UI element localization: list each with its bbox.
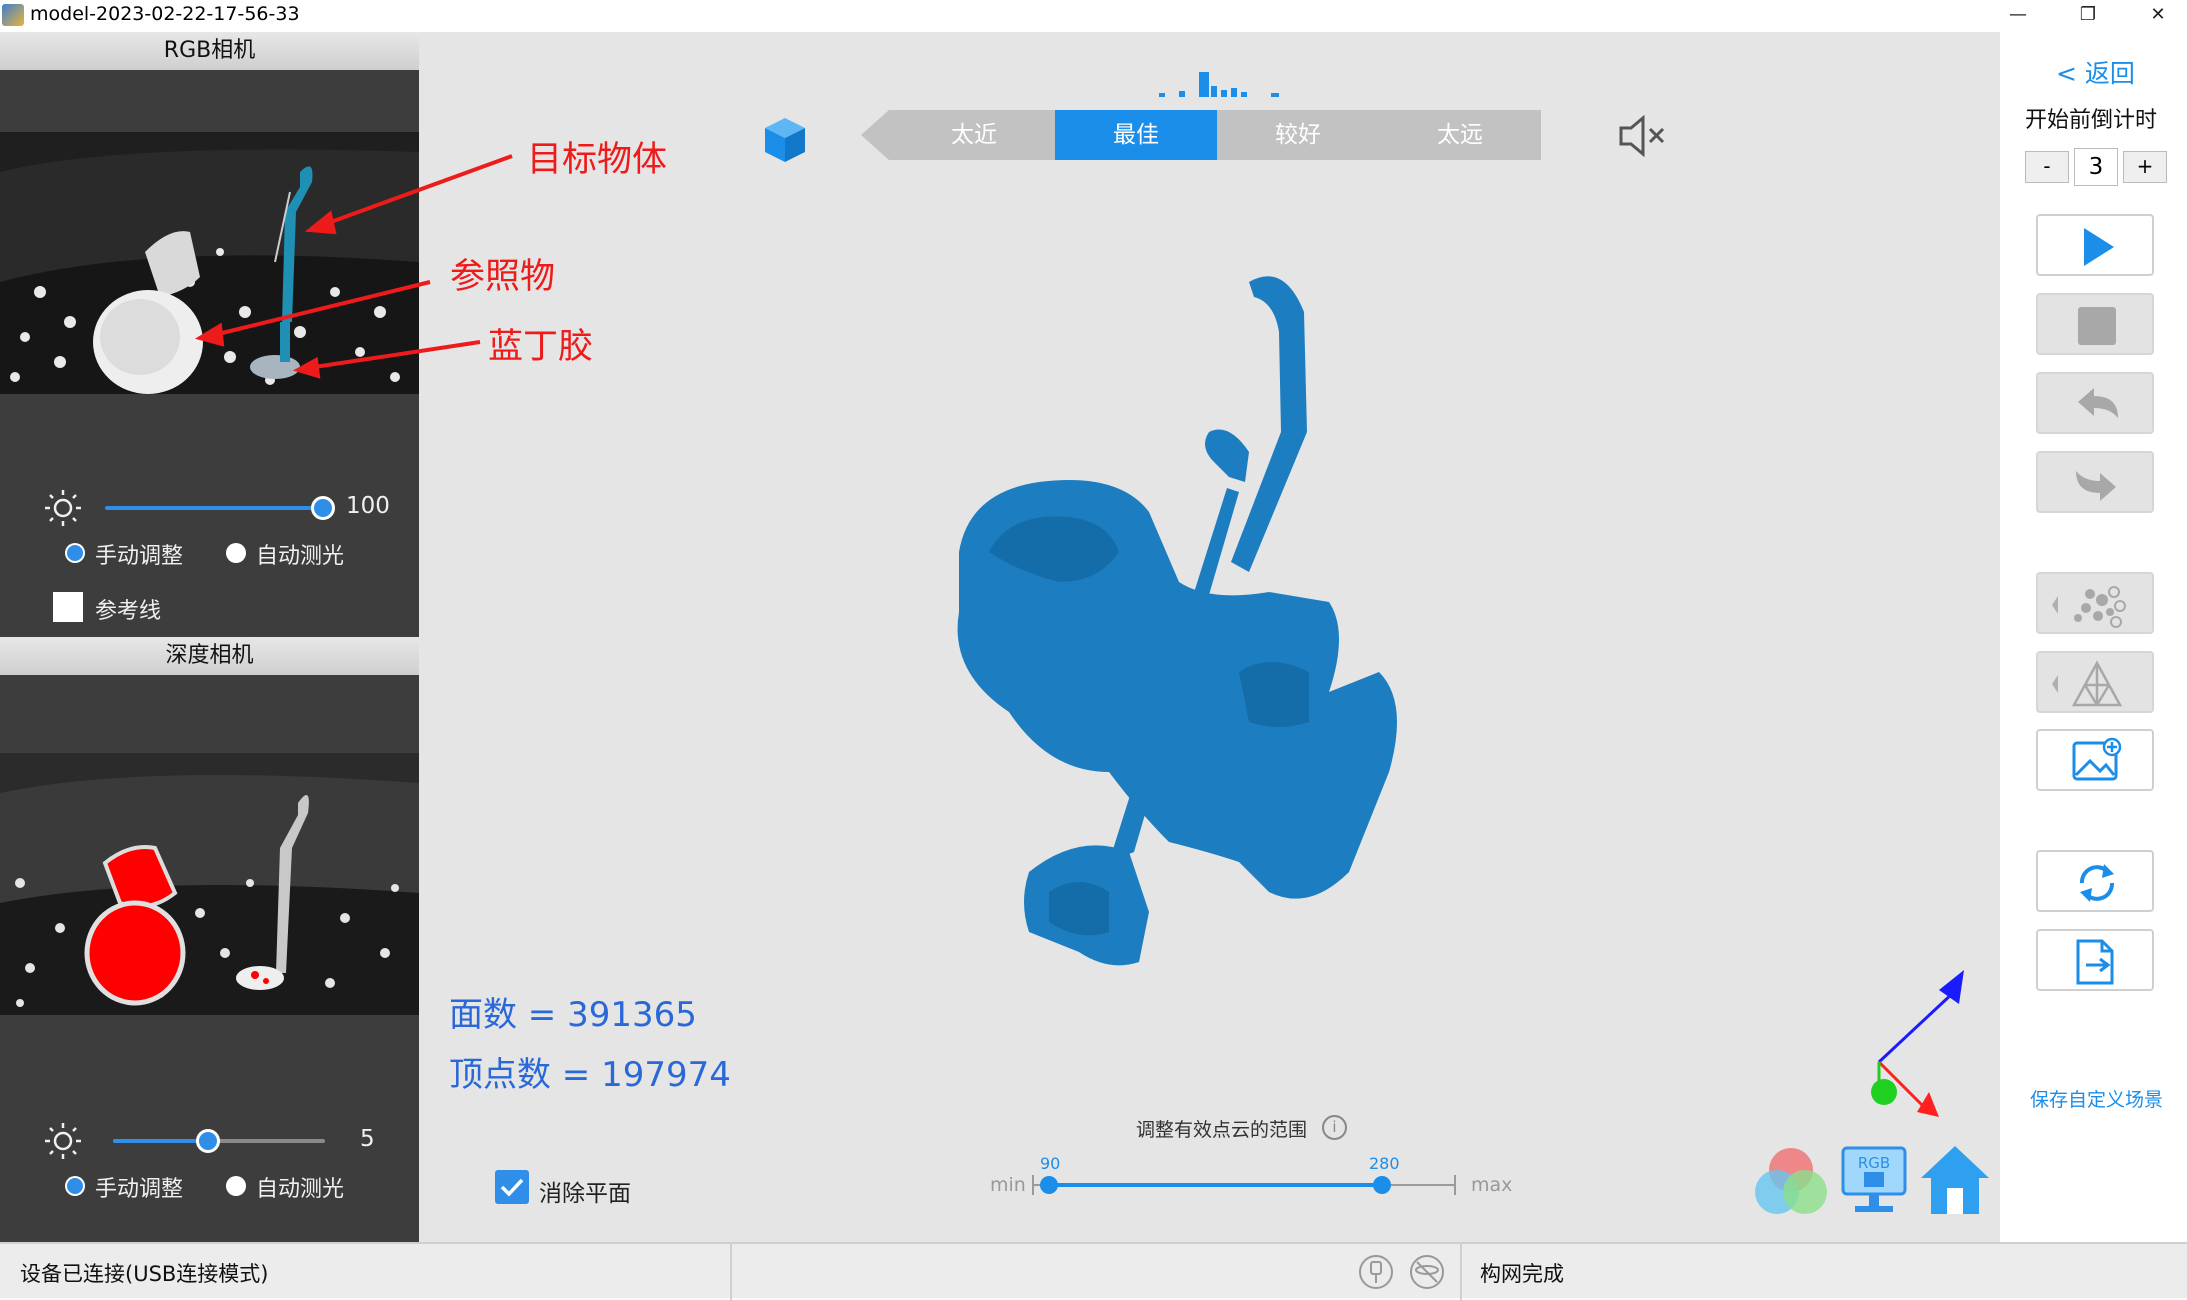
export-icon: [2076, 939, 2114, 985]
range-track-end: [1454, 1175, 1456, 1195]
axis-gizmo: [1871, 970, 1964, 1117]
save-scene-link[interactable]: 保存自定义场景: [2030, 1085, 2163, 1112]
annotation-reference: 参照物: [450, 257, 556, 297]
play-icon: [2084, 228, 2114, 266]
countdown-minus-button[interactable]: -: [2025, 151, 2069, 183]
range-fill: [1049, 1183, 1382, 1187]
depth-auto-label: 自动测光: [256, 1177, 345, 1202]
redo-button[interactable]: [2036, 451, 2154, 513]
svg-text:RGB: RGB: [1858, 1154, 1890, 1172]
countdown-plus-button[interactable]: +: [2123, 151, 2167, 183]
mute-icon[interactable]: [1617, 114, 1669, 158]
view-cube-icon[interactable]: [761, 116, 809, 164]
range-max-label: max: [1471, 1174, 1513, 1196]
depth-brightness-value: 5: [360, 1126, 375, 1152]
back-link[interactable]: < 返回: [2056, 54, 2135, 90]
rgb-manual-label: 手动调整: [95, 544, 184, 569]
range-high-thumb[interactable]: [1373, 1176, 1391, 1194]
distance-too-close: 太近: [893, 110, 1055, 160]
point-cloud-icon: [2052, 586, 2126, 628]
countdown-input[interactable]: 3: [2074, 148, 2118, 186]
annotation-blu-tack: 蓝丁胶: [488, 327, 594, 367]
range-min-label: min: [990, 1174, 1026, 1196]
rgb-brightness-track[interactable]: [105, 506, 323, 510]
checkmark-icon: [500, 1178, 524, 1197]
turntable-icon: [1410, 1255, 1444, 1289]
brightness-icon: [45, 1123, 81, 1159]
distance-good: 较好: [1217, 110, 1379, 160]
range-high-value: 280: [1369, 1154, 1400, 1173]
color-mode-icon[interactable]: [1752, 1142, 1830, 1220]
refresh-icon: [2080, 864, 2114, 902]
annotation-target-object: 目标物体: [527, 140, 668, 180]
stop-scan-button[interactable]: [2036, 293, 2154, 355]
refresh-button[interactable]: [2036, 850, 2154, 912]
depth-manual-radio[interactable]: [65, 1176, 85, 1196]
scanned-model[interactable]: [909, 252, 1529, 972]
tool-panel: < 返回 开始前倒计时 - 3 + 保存自定义场景: [2000, 32, 2187, 1242]
remove-plane-label: 消除平面: [539, 1181, 631, 1207]
depth-manual-label: 手动调整: [95, 1177, 184, 1202]
rgb-lock-icon[interactable]: RGB: [1839, 1142, 1909, 1218]
rgb-brightness-thumb[interactable]: [311, 496, 335, 520]
connection-status: 设备已连接(USB连接模式): [20, 1262, 269, 1286]
rgb-auto-radio[interactable]: [226, 543, 246, 563]
brightness-icon: [45, 490, 81, 526]
undo-button[interactable]: [2036, 372, 2154, 434]
stop-icon: [2078, 307, 2116, 345]
point-cloud-range-label: 调整有效点云的范围: [1136, 1119, 1308, 1141]
range-track-start: [1032, 1175, 1034, 1195]
status-bar: 设备已连接(USB连接模式) 构网完成: [0, 1242, 2187, 1300]
restore-button[interactable]: ❐: [2058, 0, 2118, 32]
home-icon[interactable]: [1919, 1142, 1991, 1218]
point-cloud-button[interactable]: [2036, 572, 2154, 634]
depth-camera-preview: [0, 753, 419, 1015]
export-button[interactable]: [2036, 929, 2154, 991]
status-divider: [1460, 1244, 1462, 1300]
mesh-status: 构网完成: [1480, 1262, 1564, 1286]
depth-auto-radio[interactable]: [226, 1176, 246, 1196]
info-icon[interactable]: i: [1322, 1115, 1347, 1140]
range-low-thumb[interactable]: [1040, 1176, 1058, 1194]
depth-histogram: [1159, 72, 1279, 97]
depth-camera-header: 深度相机: [0, 637, 419, 675]
close-button[interactable]: ✕: [2128, 0, 2187, 32]
mesh-icon: [2052, 660, 2123, 707]
remove-plane-checkbox[interactable]: [495, 1170, 529, 1204]
annotation-arrows: [194, 154, 513, 379]
rgb-brightness-row: 100: [0, 483, 419, 533]
vertex-count: 顶点数 = 197974: [449, 1055, 731, 1095]
start-scan-button[interactable]: [2036, 214, 2154, 276]
status-divider: [730, 1244, 732, 1300]
countdown-label: 开始前倒计时: [2025, 108, 2158, 133]
mesh-button[interactable]: [2036, 651, 2154, 713]
range-low-value: 90: [1040, 1154, 1061, 1173]
distance-best: 最佳: [1055, 110, 1217, 160]
add-image-icon: [2072, 737, 2122, 781]
probe-icon: [1359, 1255, 1393, 1289]
minimize-button[interactable]: —: [1988, 0, 2048, 32]
guide-line-label: 参考线: [95, 599, 162, 624]
distance-too-far: 太远: [1379, 110, 1541, 160]
depth-brightness-row: 5: [0, 1116, 419, 1166]
guide-line-checkbox[interactable]: [53, 592, 83, 622]
redo-icon: [2076, 471, 2116, 501]
rgb-brightness-value: 100: [346, 493, 390, 519]
face-count: 面数 = 391365: [449, 995, 697, 1035]
depth-brightness-thumb[interactable]: [196, 1129, 221, 1153]
rgb-auto-label: 自动测光: [256, 544, 345, 569]
depth-brightness-fill: [113, 1139, 209, 1143]
add-image-button[interactable]: [2036, 729, 2154, 791]
rgb-manual-radio[interactable]: [65, 543, 85, 563]
undo-icon: [2078, 388, 2118, 418]
